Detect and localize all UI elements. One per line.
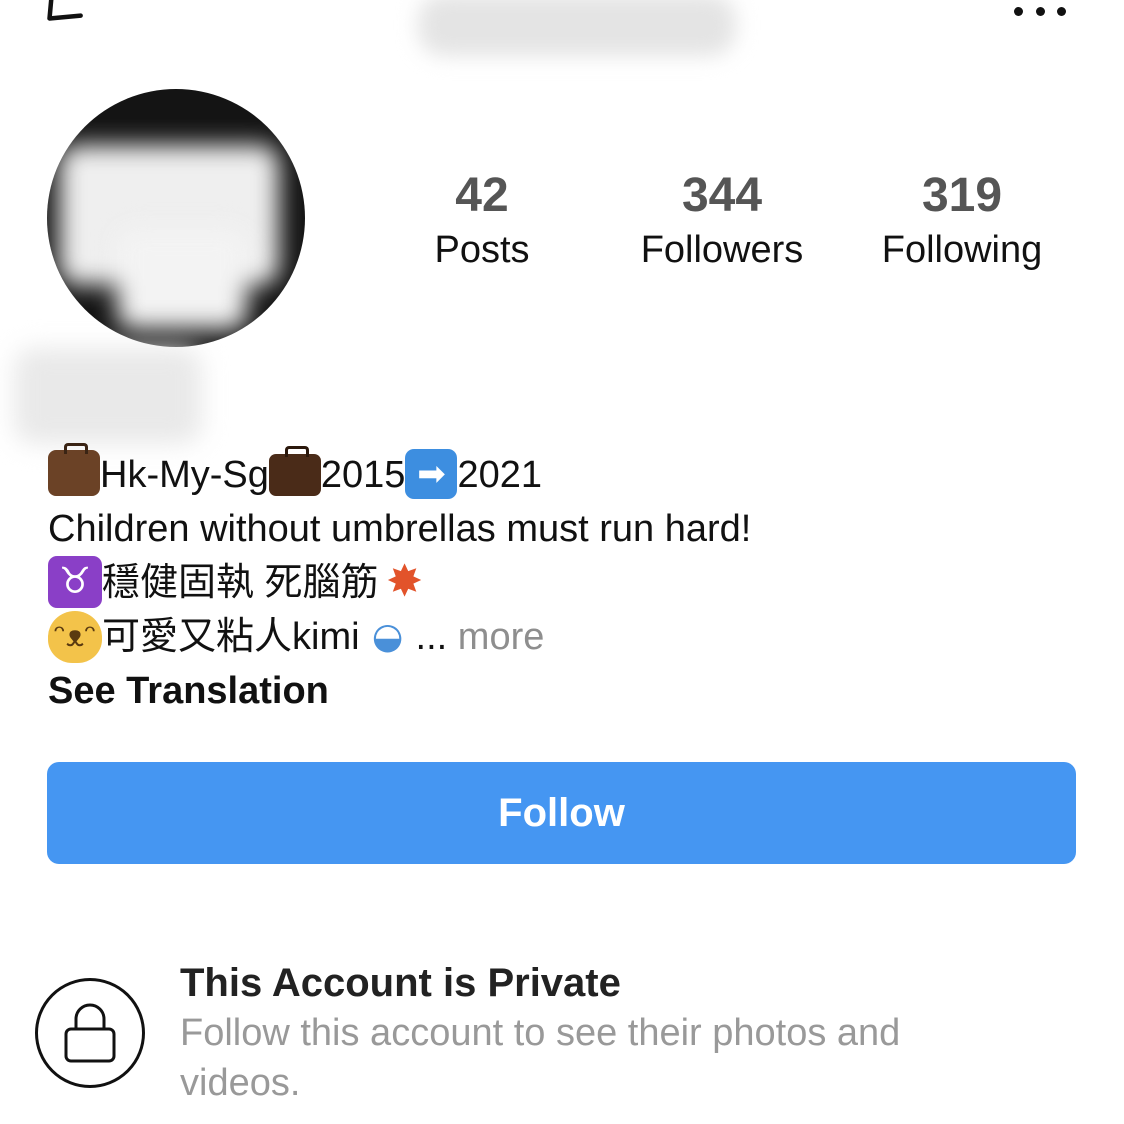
bio-line-1: Hk-My-Sg 2015 ➡ 2021 [48, 442, 1088, 502]
more-dot [1035, 6, 1045, 16]
bio-more-link[interactable]: more [458, 616, 545, 658]
bowl-with-spoon-emoji-icon: ◒ [371, 615, 404, 657]
bio-line-4-text: 可愛又粘人kimi [102, 616, 360, 658]
bio-line-4: ᵔᴥᵔ 可愛又粘人kimi ◒... more [48, 610, 1088, 664]
profile-bio: Hk-My-Sg 2015 ➡ 2021 Children without umbre… [48, 442, 1088, 718]
more-dot [1057, 6, 1066, 16]
see-translation-link[interactable]: See Translation [48, 664, 329, 718]
right-arrow-emoji-icon: ➡ [405, 448, 458, 499]
private-account-title: This Account is Private [180, 961, 621, 1005]
bio-locations: Hk-My-Sg [100, 454, 269, 496]
bio-year-start: 2015 [320, 454, 406, 496]
private-lock-badge [35, 978, 145, 1088]
followers-label: Followers [640, 229, 804, 271]
bio-line-2: Children without umbrellas must run hard… [48, 508, 752, 550]
following-count: 319 [921, 169, 1003, 222]
more-options-icon[interactable] [1014, 4, 1066, 18]
luggage-emoji-icon [48, 442, 100, 496]
following-label: Following [881, 229, 1043, 271]
follow-button[interactable]: Follow [47, 762, 1076, 864]
posts-stat[interactable]: 42 Posts [372, 166, 592, 274]
bio-ellipsis: ... [415, 616, 448, 658]
blurred-username-title [418, 0, 736, 56]
bio-line-3-text: 穩健固執 死腦筋 [102, 562, 379, 604]
avatar-blur-region [117, 229, 247, 329]
bio-line-3: ♉ 穩健固執 死腦筋 ✸ [48, 555, 1088, 610]
followers-count: 344 [681, 169, 763, 222]
following-stat[interactable]: 319 Following [852, 166, 1072, 274]
bio-year-end: 2021 [457, 454, 542, 496]
posts-count: 42 [455, 169, 509, 222]
cat-face-emoji-icon: ᵔᴥᵔ [48, 610, 102, 663]
private-account-description: Follow this account to see their photos … [180, 1012, 901, 1104]
briefcase-emoji-icon [268, 445, 321, 496]
collision-emoji-icon: ✸ [386, 555, 423, 607]
lock-icon [64, 1003, 116, 1063]
profile-avatar[interactable] [47, 89, 305, 347]
followers-stat[interactable]: 344 Followers [612, 166, 832, 274]
taurus-emoji-icon: ♉ [48, 555, 102, 608]
posts-label: Posts [434, 229, 530, 271]
blurred-display-name [14, 348, 202, 444]
more-dot [1014, 6, 1023, 16]
back-chevron-icon[interactable] [36, 0, 84, 34]
